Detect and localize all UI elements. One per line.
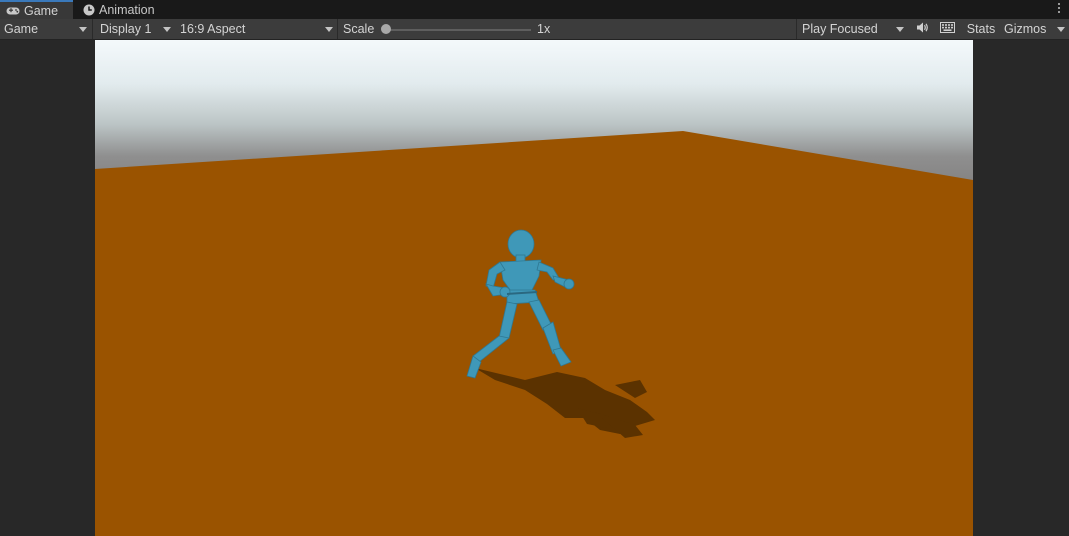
toolbar-divider (92, 19, 93, 39)
clock-icon (83, 4, 95, 16)
gizmos-dropdown[interactable]: Gizmos (1000, 19, 1069, 39)
tab-animation-label: Animation (99, 2, 155, 17)
keyboard-shortcuts-button[interactable] (935, 19, 959, 39)
tab-game[interactable]: Game (0, 0, 73, 19)
display-value: Display 1 (100, 22, 152, 36)
scale-slider-handle[interactable] (381, 24, 391, 34)
chevron-down-icon (325, 27, 333, 32)
play-mode-dropdown[interactable]: Play Focused (798, 19, 908, 39)
more-options-icon[interactable] (1057, 3, 1061, 16)
tab-game-label: Game (24, 3, 59, 18)
tab-animation[interactable]: Animation (77, 0, 167, 19)
chevron-down-icon (1057, 27, 1065, 32)
view-type-dropdown[interactable]: Game (0, 19, 91, 39)
play-mode-value: Play Focused (802, 22, 878, 36)
speaker-icon (916, 22, 929, 36)
game-viewport[interactable] (95, 40, 973, 536)
mute-audio-button[interactable] (910, 19, 934, 39)
chevron-down-icon (896, 27, 904, 32)
aspect-value: 16:9 Aspect (180, 22, 246, 36)
scale-slider-track[interactable] (386, 29, 531, 31)
display-dropdown[interactable]: Display 1 (96, 19, 175, 39)
stats-button[interactable]: Stats (961, 19, 999, 39)
scale-label: Scale (343, 22, 375, 36)
chevron-down-icon (163, 27, 171, 32)
gizmos-label: Gizmos (1004, 22, 1047, 36)
game-view-toolbar: Game Display 1 16:9 Aspect Scale 1x Play… (0, 19, 1069, 40)
ground-plane (95, 131, 973, 536)
chevron-down-icon (79, 27, 87, 32)
keyboard-icon (939, 22, 955, 36)
toolbar-divider (796, 19, 797, 39)
window-tab-bar: Game Animation (0, 0, 1069, 19)
gamepad-icon (6, 6, 20, 16)
scale-value: 1x (537, 22, 551, 36)
aspect-dropdown[interactable]: 16:9 Aspect (176, 19, 337, 39)
toolbar-divider (337, 19, 338, 39)
view-type-value: Game (4, 22, 39, 36)
